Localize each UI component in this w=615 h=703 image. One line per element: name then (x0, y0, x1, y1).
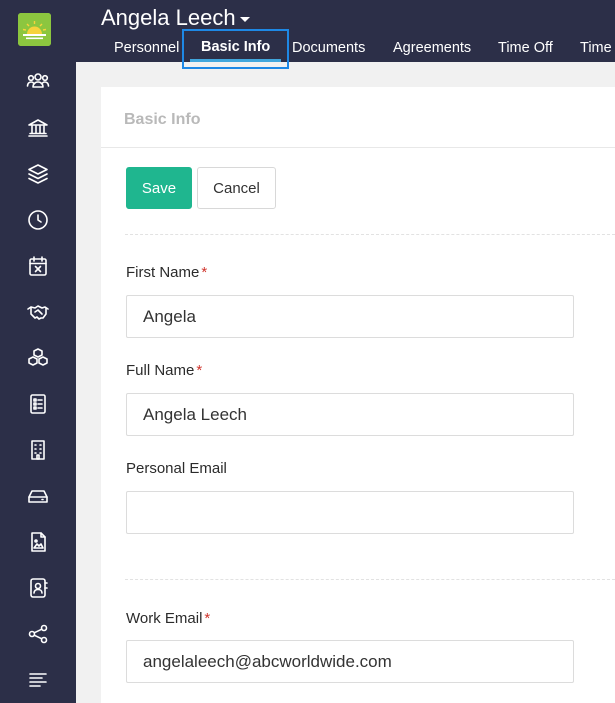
employee-selector[interactable]: Angela Leech (101, 5, 250, 31)
caret-down-icon (239, 16, 250, 22)
calendar-x-icon[interactable] (24, 252, 52, 280)
first-name-label: First Name * (126, 264, 207, 281)
divider (101, 147, 615, 148)
divider (125, 579, 615, 580)
save-button[interactable]: Save (126, 167, 192, 209)
personal-email-label: Personal Email (126, 460, 227, 477)
work-email-input[interactable] (126, 640, 574, 683)
employee-name: Angela Leech (101, 5, 236, 30)
sidebar (0, 0, 76, 703)
work-email-label: Work Email * (126, 610, 210, 627)
card-title: Basic Info (124, 111, 201, 128)
menu-icon[interactable] (24, 666, 52, 694)
handshake-icon[interactable] (24, 298, 52, 326)
clock-icon[interactable] (24, 206, 52, 234)
sunrise-logo-icon (18, 13, 51, 46)
first-name-label-text: First Name (126, 264, 200, 281)
drive-icon[interactable] (24, 482, 52, 510)
cubes-icon[interactable] (24, 344, 52, 372)
tab-basic-info[interactable]: Basic Info (181, 29, 290, 69)
personal-email-label-text: Personal Email (126, 460, 227, 477)
users-icon[interactable] (24, 67, 52, 95)
work-email-label-text: Work Email (126, 610, 203, 627)
basic-info-card: Basic Info Save Cancel First Name* Full … (101, 87, 615, 703)
personal-email-input[interactable] (126, 491, 574, 534)
first-name-input[interactable] (126, 295, 574, 338)
tab-time[interactable]: Time (580, 38, 612, 58)
full-name-label-text: Full Name (126, 362, 195, 379)
divider (125, 234, 615, 235)
bank-icon[interactable] (24, 114, 52, 142)
required-mark: * (196, 362, 203, 379)
tab-documents[interactable]: Documents (292, 38, 365, 58)
contact-book-icon[interactable] (24, 574, 52, 602)
tab-agreements[interactable]: Agreements (393, 38, 471, 58)
tab-personnel[interactable]: Personnel (114, 38, 179, 58)
header: Angela Leech Personnel Basic Info Docume… (76, 0, 615, 69)
full-name-label: Full Name * (126, 362, 202, 379)
share-icon[interactable] (24, 620, 52, 648)
required-mark: * (204, 610, 211, 627)
checklist-icon[interactable] (24, 390, 52, 418)
full-name-input[interactable] (126, 393, 574, 436)
required-mark: * (201, 264, 208, 281)
company-logo[interactable] (18, 13, 51, 46)
tab-time-off[interactable]: Time Off (498, 38, 553, 58)
building-icon[interactable] (24, 436, 52, 464)
image-file-icon[interactable] (24, 528, 52, 556)
layers-icon[interactable] (24, 160, 52, 188)
cancel-button[interactable]: Cancel (197, 167, 276, 209)
